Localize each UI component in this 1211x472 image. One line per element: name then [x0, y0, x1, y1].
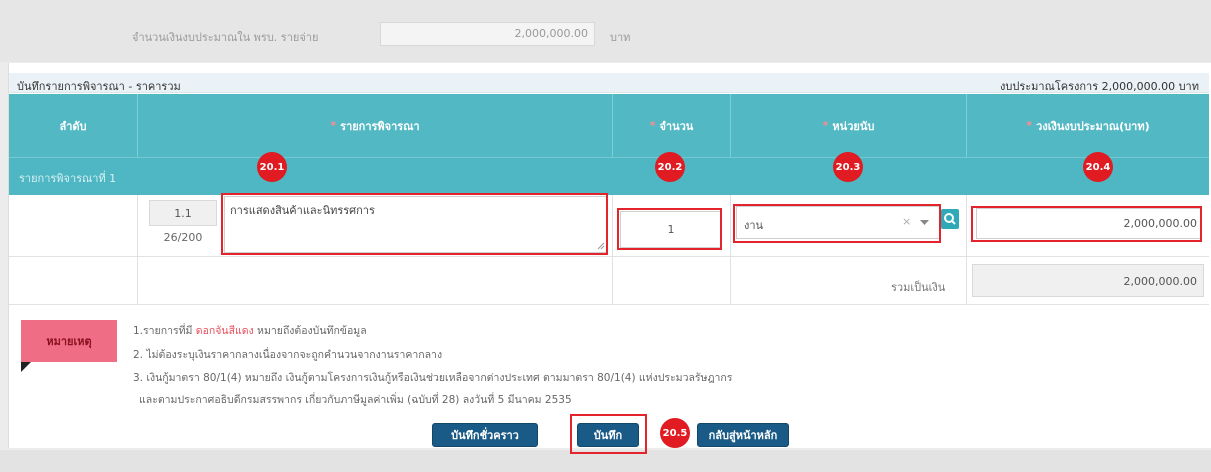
unit-search-button[interactable]: [941, 209, 959, 229]
char-counter: 26/200: [163, 231, 203, 244]
annotation-badge-20-1: 20.1: [257, 152, 287, 182]
note-line-4: และตามประกาศอธิบดีกรมสรรพากร เกี่ยวกับภา…: [139, 394, 572, 406]
column-header-budget: * วงเงินงบประมาณ(บาท): [967, 94, 1209, 157]
column-header-item-label: รายการพิจารณา: [340, 119, 420, 133]
highlight-save-button: [570, 414, 647, 454]
highlight-item-textarea: [221, 193, 608, 255]
screen: จำนวนเงินงบประมาณใน พรบ. รายจ่าย 2,000,0…: [0, 0, 1211, 472]
required-asterisk: *: [822, 119, 829, 132]
note-badge-label: หมายเหตุ: [46, 335, 92, 348]
column-header-unit: * หน่วยนับ: [731, 94, 967, 157]
modal-title: บันทึกรายการพิจารณา - ราคารวม: [17, 80, 181, 93]
row-seq-cell: [9, 195, 138, 257]
group-row: รายการพิจารณาที่ 1: [9, 157, 1209, 195]
search-icon: [944, 213, 956, 225]
total-value: 2,000,000.00: [972, 264, 1204, 297]
column-header-qty-label: จำนวน: [659, 119, 694, 133]
column-header-qty: * จำนวน: [613, 94, 731, 157]
background-amount-label: จำนวนเงินงบประมาณใน พรบ. รายจ่าย: [132, 31, 319, 44]
consideration-modal: บันทึกรายการพิจารณา - ราคารวม งบประมาณโค…: [8, 63, 1211, 448]
total-qty-cell: [613, 257, 731, 305]
note-badge: หมายเหตุ: [21, 320, 117, 362]
annotation-badge-20-4: 20.4: [1083, 152, 1113, 182]
annotation-badge-20-5: 20.5: [660, 418, 690, 448]
note-line-3: 3. เงินกู้มาตรา 80/1(4) หมายถึง เงินกู้ต…: [133, 372, 733, 384]
required-asterisk: *: [330, 119, 337, 132]
note-line-1-pre: 1.รายการที่มี: [133, 325, 196, 337]
row-number: 1.1: [149, 200, 217, 226]
total-item-cell: [138, 257, 613, 305]
column-header-unit-label: หน่วยนับ: [832, 119, 875, 133]
column-header-budget-label: วงเงินงบประมาณ(บาท): [1036, 119, 1150, 133]
modal-header: บันทึกรายการพิจารณา - ราคารวม งบประมาณโค…: [9, 73, 1209, 93]
annotation-badge-20-3: 20.3: [833, 152, 863, 182]
required-asterisk: *: [649, 119, 656, 132]
project-budget-summary: งบประมาณโครงการ 2,000,000.00 บาท: [1000, 80, 1199, 93]
note-line-1-post: หมายถึงต้องบันทึกข้อมูล: [253, 325, 367, 337]
save-draft-button[interactable]: บันทึกชั่วคราว: [432, 423, 538, 447]
background-amount-value: 2,000,000.00: [380, 22, 595, 46]
background-amount-unit: บาท: [610, 31, 631, 44]
background-page: จำนวนเงินงบประมาณใน พรบ. รายจ่าย 2,000,0…: [0, 0, 1211, 62]
required-asterisk: *: [1026, 119, 1033, 132]
note-line-1: 1.รายการที่มี ดอกจันสีแดง หมายถึงต้องบัน…: [133, 322, 367, 339]
note-line-2: 2. ไม่ต้องระบุเงินราคากลางเนื่องจากจะถูก…: [133, 349, 443, 361]
note-badge-tail: [21, 362, 31, 372]
total-seq-cell: [9, 257, 138, 305]
annotation-badge-20-2: 20.2: [655, 152, 685, 182]
highlight-budget: [971, 206, 1202, 242]
back-to-main-button[interactable]: กลับสู่หน้าหลัก: [697, 423, 789, 447]
group-row-label: รายการพิจารณาที่ 1: [19, 172, 117, 185]
highlight-unit: [733, 204, 941, 243]
column-header-seq: ลำดับ: [9, 94, 138, 157]
column-header-item: * รายการพิจารณา: [138, 94, 613, 157]
total-label: รวมเป็นเงิน: [891, 281, 946, 294]
note-line-1-red: ดอกจันสีแดง: [195, 325, 254, 337]
highlight-quantity: [617, 208, 722, 250]
column-header-seq-label: ลำดับ: [59, 119, 87, 133]
